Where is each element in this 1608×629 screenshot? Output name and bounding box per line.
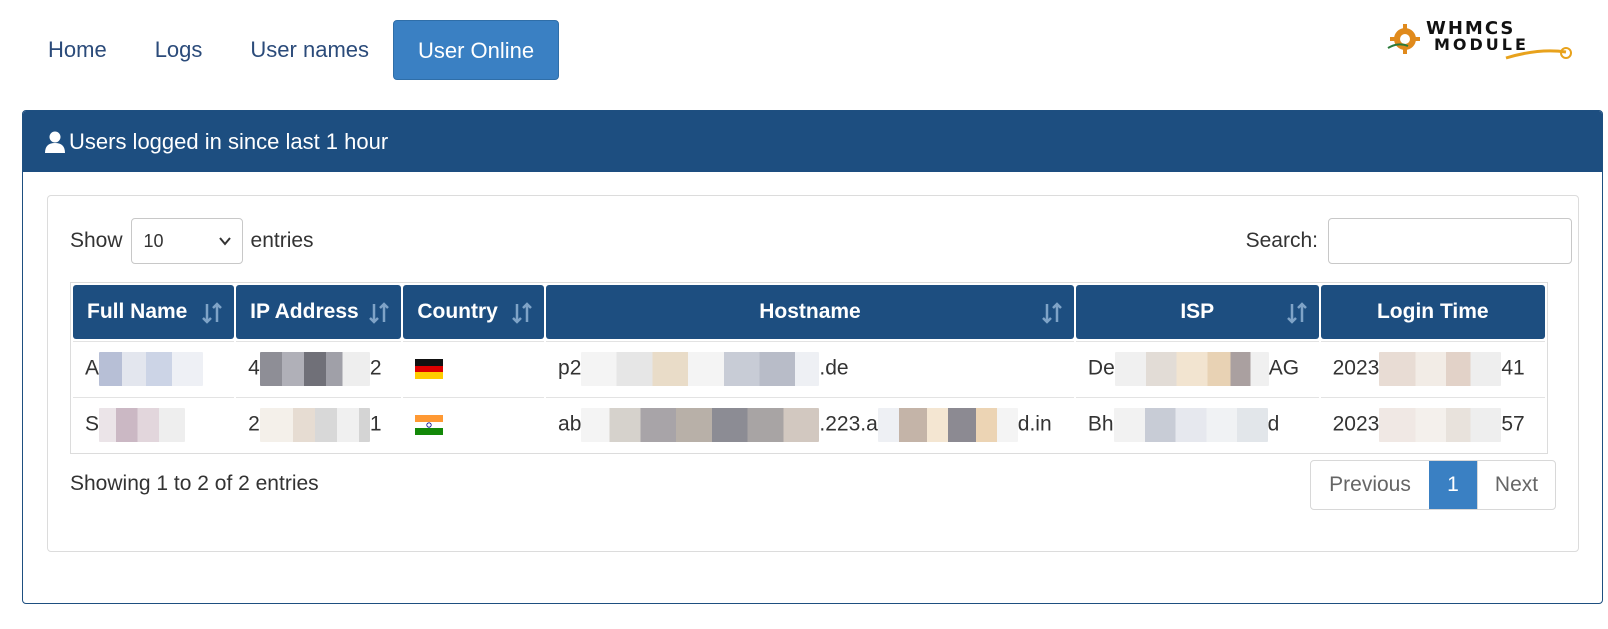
ip-text-end: 2 bbox=[369, 356, 382, 380]
table-row: A 42 p2 .de De AG 2023 41 bbox=[73, 341, 1545, 395]
cell-ip-address: 21 bbox=[236, 397, 402, 451]
cell-isp: Bh d bbox=[1075, 397, 1319, 451]
host-text-mid: .223.a bbox=[819, 412, 878, 436]
table-header-row: Full Name IP Address Country Hostname IS… bbox=[73, 285, 1545, 339]
page-1-button[interactable]: 1 bbox=[1429, 461, 1477, 509]
redacted-block bbox=[1114, 351, 1269, 386]
cell-ip-address: 42 bbox=[236, 341, 402, 395]
ip-text-end: 1 bbox=[369, 412, 382, 436]
col-country[interactable]: Country bbox=[403, 285, 545, 339]
previous-button[interactable]: Previous bbox=[1311, 461, 1429, 509]
host-text: p2 bbox=[558, 356, 582, 380]
col-ip-address[interactable]: IP Address bbox=[236, 285, 402, 339]
entries-label: entries bbox=[250, 229, 314, 252]
page-length-control: Show 10 entries bbox=[70, 218, 314, 264]
users-table: Full Name IP Address Country Hostname IS… bbox=[70, 282, 1548, 454]
redacted-block bbox=[581, 407, 820, 442]
nav-user-names[interactable]: User names bbox=[226, 20, 393, 80]
top-nav: Home Logs User names User Online bbox=[24, 20, 560, 108]
host-text-end: .de bbox=[819, 356, 849, 380]
nav-user-online[interactable]: User Online bbox=[393, 20, 560, 80]
cell-full-name: A bbox=[73, 341, 235, 395]
cell-login-time: 2023 41 bbox=[1320, 341, 1545, 395]
sort-icon bbox=[512, 302, 532, 324]
redacted-block bbox=[1113, 407, 1268, 442]
india-flag-icon bbox=[415, 414, 444, 435]
col-full-name[interactable]: Full Name bbox=[73, 285, 235, 339]
redacted-block bbox=[99, 351, 204, 386]
datatable-wrapper: Show 10 entries Search: Full Name IP Add… bbox=[47, 195, 1579, 552]
redacted-block bbox=[1379, 351, 1502, 386]
isp-text-end: d bbox=[1267, 412, 1280, 436]
col-label: Country bbox=[417, 300, 498, 323]
col-login-time[interactable]: Login Time bbox=[1320, 285, 1545, 339]
time-text: 2023 bbox=[1332, 412, 1380, 436]
cell-hostname: p2 .de bbox=[546, 341, 1074, 395]
col-label: Hostname bbox=[759, 300, 861, 323]
redacted-block bbox=[99, 407, 186, 442]
redacted-block bbox=[877, 407, 1018, 442]
host-text: ab bbox=[558, 412, 582, 436]
col-label: ISP bbox=[1180, 300, 1215, 323]
col-label: IP Address bbox=[250, 300, 359, 323]
search-control: Search: bbox=[1246, 218, 1572, 264]
swoosh-icon bbox=[1505, 47, 1572, 60]
table-row: S 21 ab .223.a d.in Bh d 2023 57 bbox=[73, 397, 1545, 451]
germany-flag-icon bbox=[415, 358, 444, 379]
cell-country bbox=[403, 341, 545, 395]
user-icon bbox=[45, 131, 65, 153]
redacted-block bbox=[581, 351, 820, 386]
show-label: Show bbox=[70, 229, 123, 252]
table-controls: Show 10 entries Search: bbox=[70, 218, 1572, 264]
cell-login-time: 2023 57 bbox=[1320, 397, 1545, 451]
chevron-down-icon bbox=[218, 237, 231, 246]
redacted-block bbox=[259, 407, 370, 442]
pagination: Previous 1 Next bbox=[1310, 460, 1556, 510]
table-info: Showing 1 to 2 of 2 entries bbox=[70, 472, 319, 495]
search-label: Search: bbox=[1245, 229, 1318, 252]
isp-text: Bh bbox=[1087, 412, 1114, 436]
name-text: S bbox=[85, 412, 100, 436]
cell-hostname: ab .223.a d.in bbox=[546, 397, 1074, 451]
name-text: A bbox=[85, 356, 100, 380]
panel-header: Users logged in since last 1 hour bbox=[23, 111, 1602, 172]
ip-text: 4 bbox=[248, 356, 260, 380]
time-text-end: 57 bbox=[1501, 412, 1525, 436]
redacted-block bbox=[259, 351, 370, 386]
gear-icon bbox=[1387, 24, 1420, 54]
sort-icon bbox=[1286, 302, 1307, 324]
col-label: Full Name bbox=[87, 300, 188, 323]
cell-isp: De AG bbox=[1075, 341, 1319, 395]
cell-full-name: S bbox=[73, 397, 235, 451]
cell-country bbox=[403, 397, 545, 451]
time-text-end: 41 bbox=[1501, 356, 1525, 380]
sort-icon bbox=[1042, 302, 1062, 324]
sort-icon bbox=[202, 302, 223, 324]
host-text-end: d.in bbox=[1017, 412, 1052, 436]
users-online-panel: Users logged in since last 1 hour Show 1… bbox=[22, 110, 1603, 604]
next-button[interactable]: Next bbox=[1477, 461, 1555, 509]
search-input[interactable] bbox=[1328, 218, 1572, 264]
nav-home[interactable]: Home bbox=[24, 20, 131, 80]
col-isp[interactable]: ISP bbox=[1075, 285, 1319, 339]
entries-value: 10 bbox=[143, 230, 164, 251]
entries-select[interactable]: 10 bbox=[130, 218, 243, 264]
brand-logo: WHMCS MODULE bbox=[1384, 18, 1584, 60]
col-hostname[interactable]: Hostname bbox=[546, 285, 1074, 339]
sort-icon bbox=[369, 302, 390, 324]
nav-logs[interactable]: Logs bbox=[131, 20, 227, 80]
time-text: 2023 bbox=[1332, 356, 1380, 380]
isp-text: De bbox=[1087, 356, 1115, 380]
isp-text-end: AG bbox=[1268, 356, 1300, 380]
col-label: Login Time bbox=[1376, 300, 1489, 323]
ip-text: 2 bbox=[248, 412, 260, 436]
panel-title: Users logged in since last 1 hour bbox=[69, 128, 389, 154]
redacted-block bbox=[1379, 407, 1502, 442]
